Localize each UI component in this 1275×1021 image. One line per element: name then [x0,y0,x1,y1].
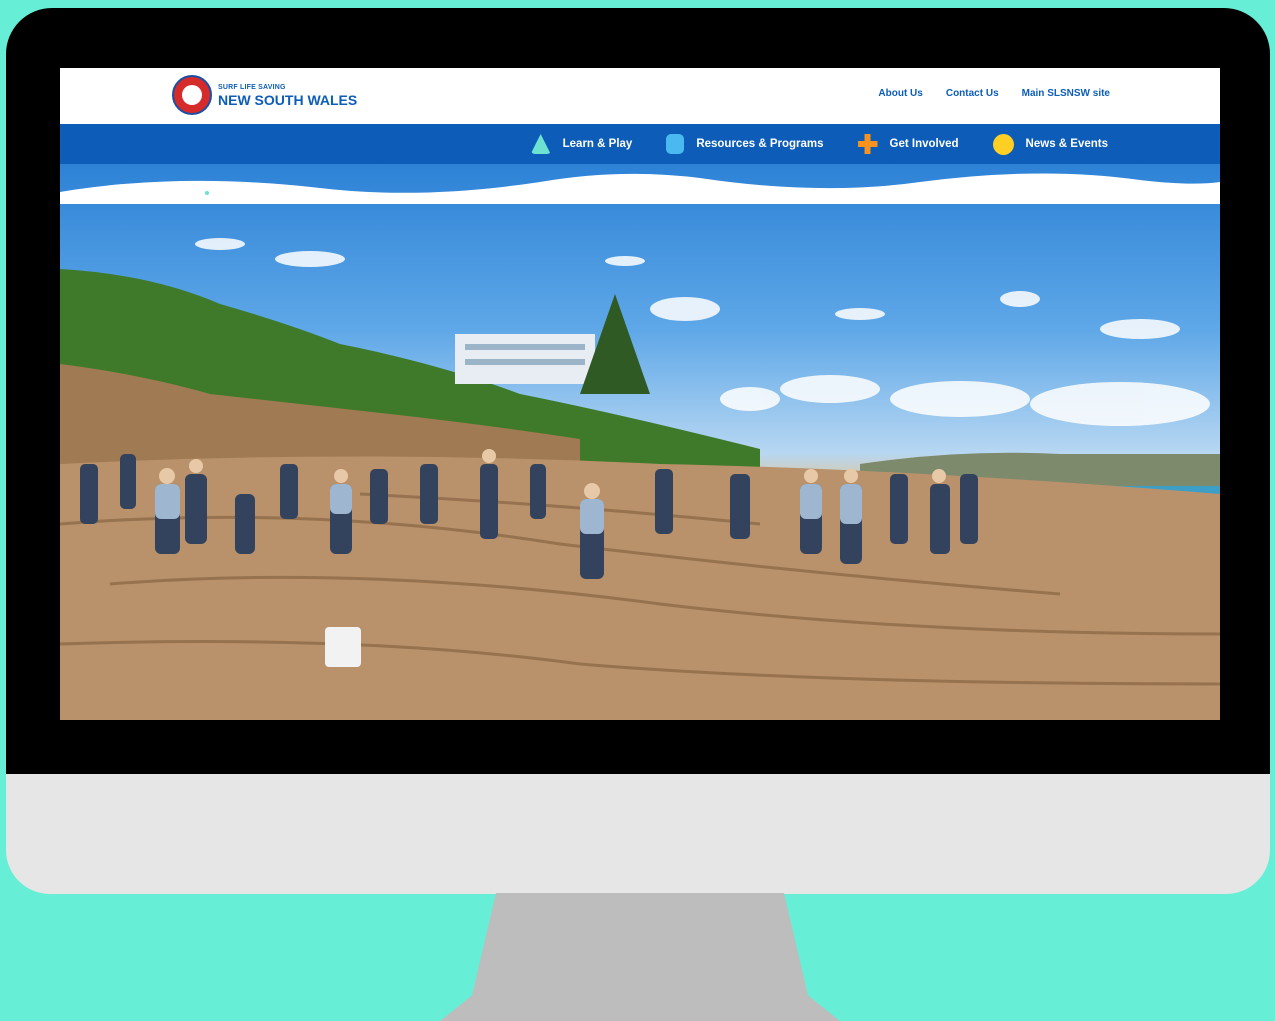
main-nav: Learn & Play Resources & Programs Get In… [60,124,1220,164]
plus-icon [857,134,878,154]
top-links: About Us Contact Us Main SLSNSW site [878,88,1110,99]
nav-label: Resources & Programs [696,138,824,150]
nav-item-resources-programs[interactable]: Resources & Programs [666,134,824,154]
nav-label: Get Involved [889,138,959,150]
breadcrumb-current: Rock Fishing Project [217,188,307,198]
nav-item-news-events[interactable]: News & Events [992,133,1108,155]
monitor-chin [6,774,1270,894]
about-us-link[interactable]: About Us [878,88,922,99]
nav-label: Learn & Play [562,138,633,150]
nav-item-learn-play[interactable]: Learn & Play [530,134,633,154]
logo-badge-icon [172,75,212,115]
monitor-stand [440,893,840,1021]
logo-text: SURF LIFE SAVING NEW SOUTH WALES [218,84,357,107]
nav-item-get-involved[interactable]: Get Involved [857,134,959,154]
breadcrumb: Home Rock Fishing Project [172,188,307,198]
header: SURF LIFE SAVING NEW SOUTH WALES About U… [60,68,1220,123]
nav-label: News & Events [1025,138,1108,150]
breadcrumb-home-link[interactable]: Home [172,188,197,198]
logo-tagline: SURF LIFE SAVING [218,83,286,91]
main-site-link[interactable]: Main SLSNSW site [1022,88,1110,99]
square-icon [666,134,685,154]
hero-image: Home Rock Fishing Project [60,164,1220,720]
breadcrumb-separator-icon [205,191,210,195]
logo[interactable]: SURF LIFE SAVING NEW SOUTH WALES [172,75,357,115]
logo-title: NEW SOUTH WALES [218,91,358,108]
triangle-icon [530,134,551,154]
hero-photo-illustration [60,184,1220,720]
contact-us-link[interactable]: Contact Us [946,88,999,99]
website-screen: SURF LIFE SAVING NEW SOUTH WALES About U… [60,68,1220,720]
wave-divider [60,173,1220,204]
circle-icon [992,133,1014,155]
